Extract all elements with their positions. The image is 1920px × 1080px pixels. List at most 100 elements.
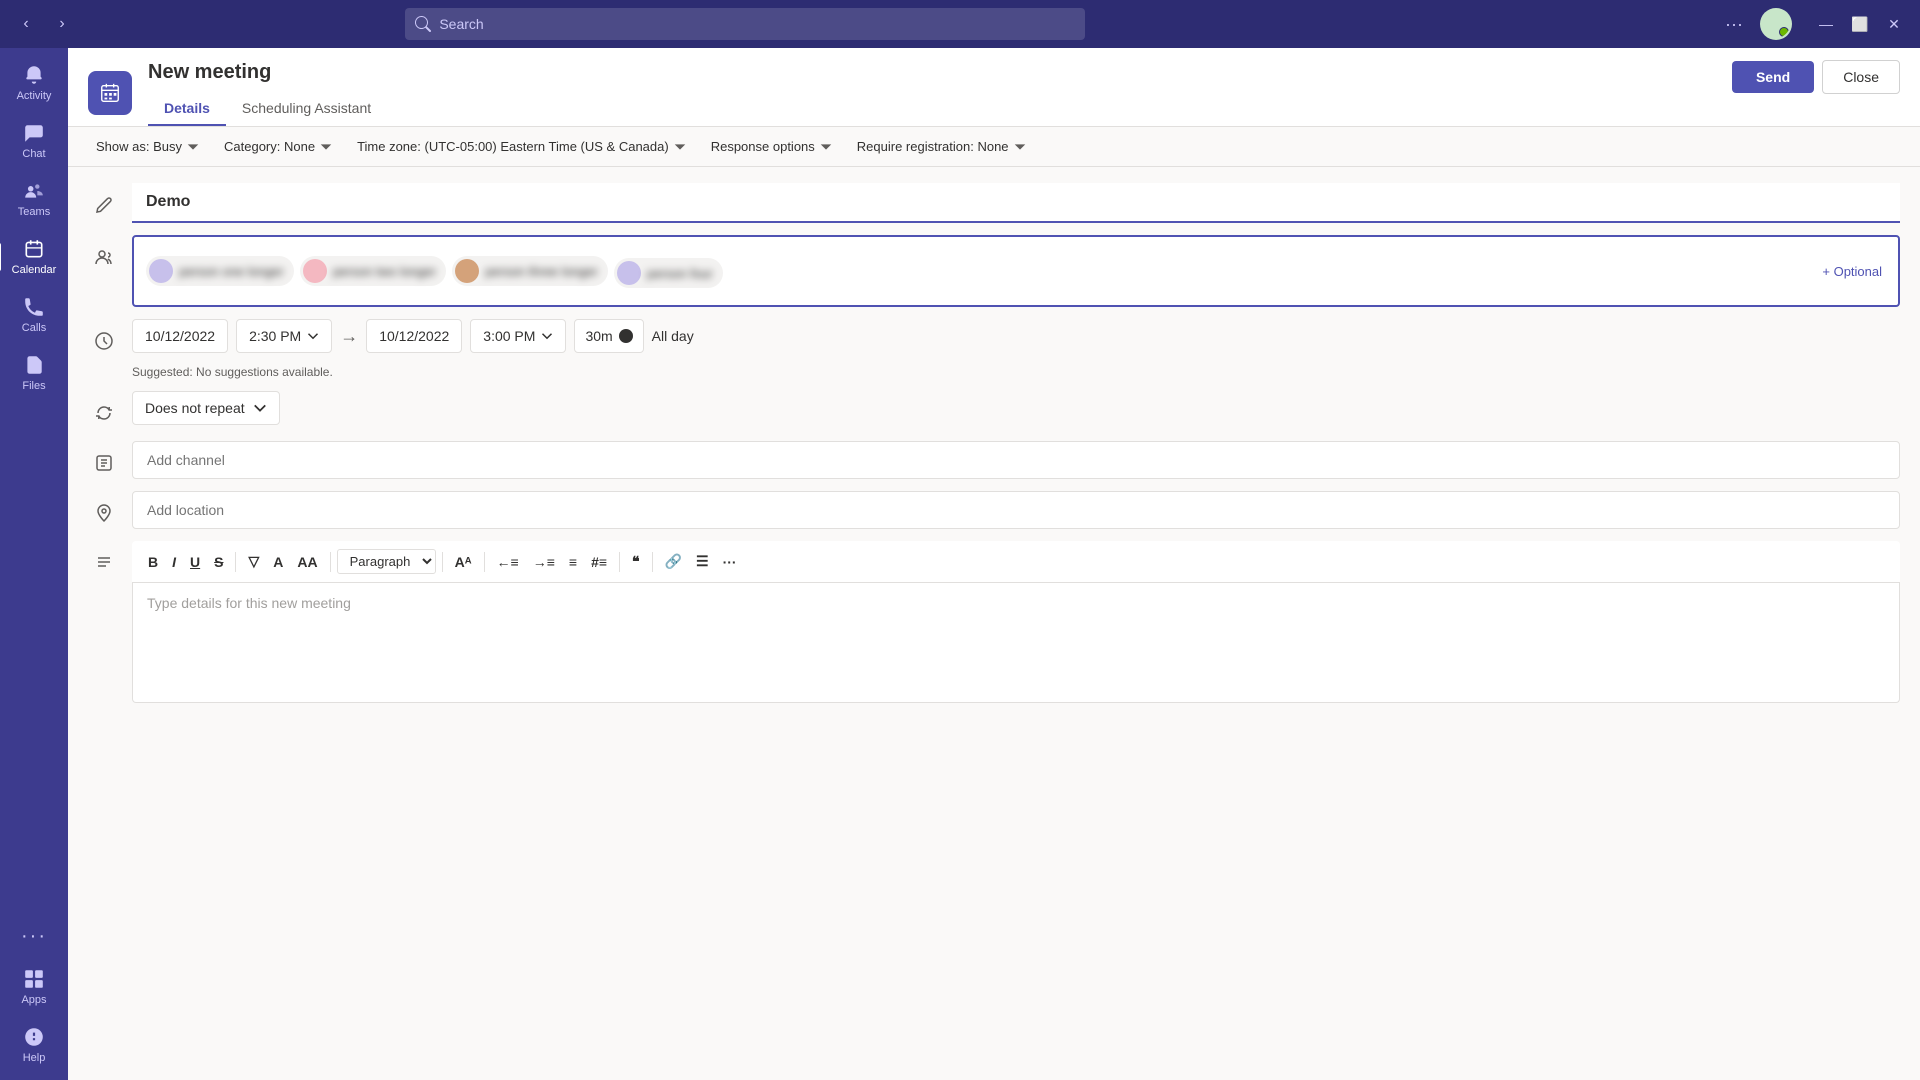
- show-as-label: Show as: Busy: [96, 139, 182, 154]
- sidebar-item-calendar[interactable]: Calendar: [4, 230, 64, 284]
- start-date-field[interactable]: 10/12/2022: [132, 319, 228, 353]
- channel-input[interactable]: [132, 441, 1900, 479]
- attendee-chip: person four: [614, 258, 723, 288]
- header-actions: Send Close: [1732, 60, 1900, 106]
- channel-icon: [88, 447, 120, 479]
- meeting-icon: [88, 71, 132, 115]
- sidebar-item-chat[interactable]: Chat: [4, 114, 64, 168]
- tab-scheduling[interactable]: Scheduling Assistant: [226, 92, 387, 126]
- sidebar-label-help: Help: [23, 1052, 46, 1064]
- attendee-name: person one longer: [179, 264, 284, 279]
- sidebar-label-activity: Activity: [17, 90, 52, 102]
- paragraph-select[interactable]: Paragraph: [337, 549, 436, 574]
- timezone-dropdown[interactable]: Time zone: (UTC-05:00) Eastern Time (US …: [349, 135, 695, 158]
- show-as-dropdown[interactable]: Show as: Busy: [88, 135, 208, 158]
- strikethrough-button[interactable]: S: [208, 550, 229, 574]
- recurrence-dropdown[interactable]: Does not repeat: [132, 391, 280, 425]
- attendee-name: person four: [647, 266, 713, 281]
- datetime-row: 10/12/2022 2:30 PM → 10/12/2022 3:00 PM …: [88, 319, 1900, 379]
- title-icon: [88, 189, 120, 221]
- forward-button[interactable]: ›: [48, 10, 76, 38]
- nav-buttons: ‹ ›: [12, 10, 76, 38]
- send-button[interactable]: Send: [1732, 61, 1814, 93]
- chevron-down-icon: [673, 140, 687, 154]
- allday-label[interactable]: All day: [652, 328, 694, 344]
- font-size-button[interactable]: AA: [291, 550, 323, 574]
- numbering-button[interactable]: #≡: [585, 550, 613, 574]
- rte-divider: [484, 552, 485, 572]
- response-dropdown[interactable]: Response options: [703, 135, 841, 158]
- search-bar[interactable]: [405, 8, 1085, 40]
- end-time-value: 3:00 PM: [483, 328, 535, 344]
- rte-body[interactable]: Type details for this new meeting: [132, 583, 1900, 703]
- optional-link[interactable]: + Optional: [1818, 260, 1886, 283]
- sidebar-label-calls: Calls: [22, 322, 46, 334]
- chevron-down-icon: [186, 140, 200, 154]
- calendar-grid-icon: [99, 82, 121, 104]
- sidebar-label-calendar: Calendar: [12, 264, 57, 276]
- close-button[interactable]: Close: [1822, 60, 1900, 94]
- maximize-button[interactable]: ⬜: [1846, 10, 1874, 38]
- bullet-button[interactable]: ≡: [563, 550, 583, 574]
- more-options-button[interactable]: ···: [1720, 10, 1748, 38]
- minimize-button[interactable]: —: [1812, 10, 1840, 38]
- header-title-area: New meeting Details Scheduling Assistant: [148, 60, 387, 126]
- avatar[interactable]: [1760, 8, 1792, 40]
- end-date-field[interactable]: 10/12/2022: [366, 319, 462, 353]
- sidebar-item-teams[interactable]: Teams: [4, 172, 64, 226]
- quote-button[interactable]: ❝: [626, 549, 646, 574]
- registration-dropdown[interactable]: Require registration: None: [849, 135, 1035, 158]
- styles-button[interactable]: Aᴬ: [449, 550, 478, 574]
- response-label: Response options: [711, 139, 815, 154]
- attendee-chip: person two longer: [300, 256, 446, 286]
- people-icon: [94, 247, 114, 267]
- link-button[interactable]: 🔗: [659, 549, 688, 574]
- options-bar: Show as: Busy Category: None Time zone: …: [68, 127, 1920, 167]
- attendee-avatar: [617, 261, 641, 285]
- location-input[interactable]: [132, 491, 1900, 529]
- indent-decrease-button[interactable]: ←≡: [491, 550, 525, 574]
- apps-icon: [23, 968, 45, 990]
- attendee-avatar: [303, 259, 327, 283]
- calendar-icon: [23, 238, 45, 260]
- search-input[interactable]: [439, 16, 1075, 32]
- rte-divider: [235, 552, 236, 572]
- attendee-avatar: [149, 259, 173, 283]
- end-time-field[interactable]: 3:00 PM: [470, 319, 566, 353]
- bold-button[interactable]: B: [142, 550, 164, 574]
- sidebar-item-files[interactable]: Files: [4, 346, 64, 400]
- titlebar: ‹ › ··· — ⬜ ✕: [0, 0, 1920, 48]
- datetime-icon: [88, 325, 120, 357]
- chevron-down-icon: [319, 140, 333, 154]
- start-time-value: 2:30 PM: [249, 328, 301, 344]
- sidebar-item-more[interactable]: ···: [4, 917, 64, 956]
- location-row: [88, 491, 1900, 529]
- chevron-down-icon: [1013, 140, 1027, 154]
- meeting-title-input[interactable]: [132, 183, 1900, 223]
- attendee-chip: person one longer: [146, 256, 294, 286]
- more-format-button[interactable]: ···: [717, 550, 743, 574]
- channel-list-icon: [94, 453, 114, 473]
- font-color-button[interactable]: A: [267, 550, 289, 574]
- category-dropdown[interactable]: Category: None: [216, 135, 341, 158]
- underline-button[interactable]: U: [184, 550, 206, 574]
- start-time-field[interactable]: 2:30 PM: [236, 319, 332, 353]
- sidebar-item-activity[interactable]: Activity: [4, 56, 64, 110]
- tab-details[interactable]: Details: [148, 92, 226, 126]
- indent-increase-button[interactable]: →≡: [527, 550, 561, 574]
- sidebar-item-apps[interactable]: Apps: [4, 960, 64, 1014]
- highlight-button[interactable]: ▽: [242, 549, 265, 574]
- title-row: [88, 183, 1900, 223]
- pencil-icon: [94, 195, 114, 215]
- close-button[interactable]: ✕: [1880, 10, 1908, 38]
- sidebar-item-calls[interactable]: Calls: [4, 288, 64, 342]
- rich-text-editor: B I U S ▽ A AA Paragraph Aᴬ ←≡ →: [132, 541, 1900, 703]
- align-button[interactable]: ☰: [690, 549, 715, 574]
- repeat-icon: [94, 403, 114, 423]
- calls-icon: [23, 296, 45, 318]
- main-content: New meeting Details Scheduling Assistant…: [68, 48, 1920, 1080]
- italic-button[interactable]: I: [166, 550, 182, 574]
- sidebar-item-help[interactable]: Help: [4, 1018, 64, 1072]
- attendees-field[interactable]: person one longer person two longer pers…: [132, 235, 1900, 307]
- back-button[interactable]: ‹: [12, 10, 40, 38]
